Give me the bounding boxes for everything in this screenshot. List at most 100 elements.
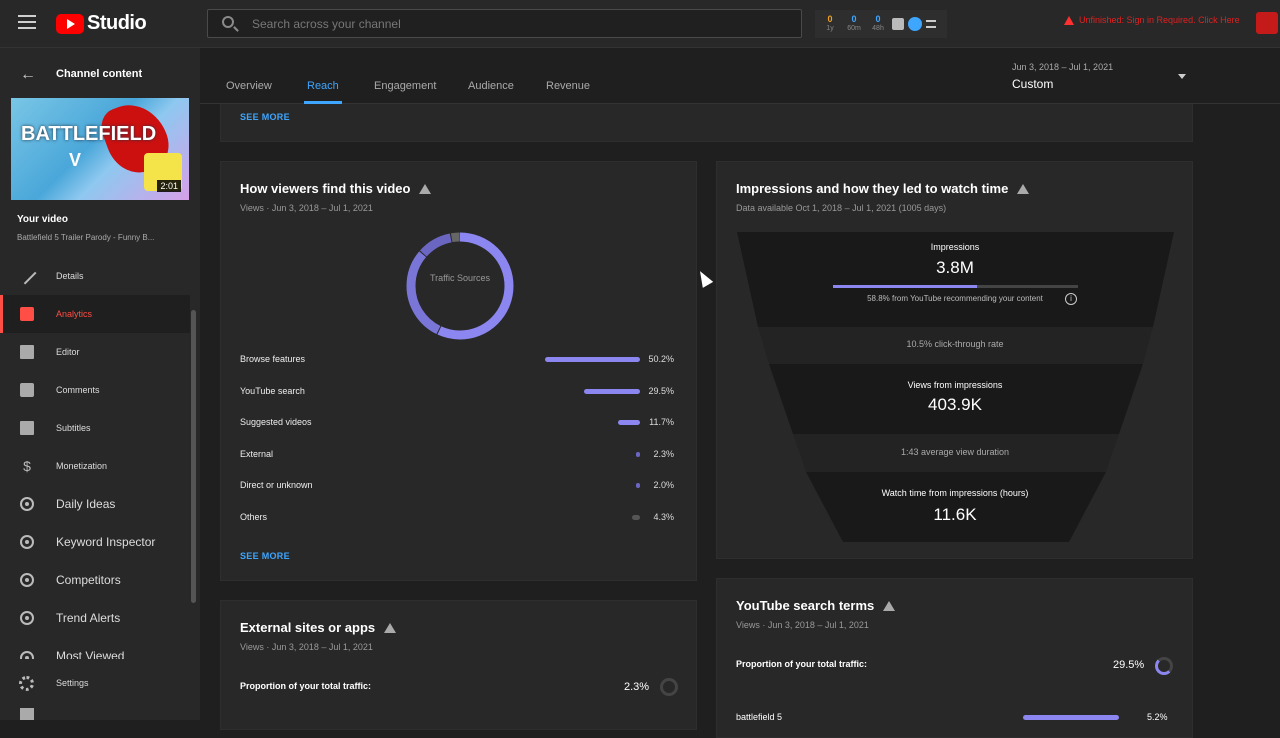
traffic-source-bar <box>584 388 640 394</box>
sidebar-item-monetization[interactable]: $ Monetization <box>0 447 190 485</box>
sidebar-item-most-viewed[interactable]: Most Viewed <box>0 637 190 659</box>
most-viewed-icon <box>20 651 34 659</box>
analytics-icon <box>20 307 34 321</box>
card-title: YouTube search terms <box>736 598 896 613</box>
youtube-logo-icon <box>56 13 84 34</box>
list-icon[interactable] <box>926 20 936 28</box>
card-title: How viewers find this video <box>240 181 432 196</box>
daily-ideas-icon <box>20 497 34 511</box>
channel-content-title: Channel content <box>56 68 143 80</box>
sidebar-item-subtitles[interactable]: Subtitles <box>0 409 190 447</box>
impressions-funnel <box>737 232 1174 542</box>
traffic-source-value: 2.0% <box>653 480 674 491</box>
top-bar: Studio 01y 060m 048h Unfinished: Sign in… <box>0 0 1280 48</box>
traffic-title: How viewers find this video <box>240 181 411 196</box>
create-button[interactable] <box>1256 12 1278 34</box>
menu-icon[interactable] <box>18 15 36 31</box>
traffic-source-row[interactable]: External 2.3% <box>240 447 680 463</box>
sidebar-item-label: Monetization <box>56 461 108 471</box>
traffic-source-bar <box>631 515 640 520</box>
watch-label: Watch time from impressions (hours) <box>881 488 1029 498</box>
trend-icon <box>20 611 34 625</box>
sidebar-item-label: Keyword Inspector <box>56 535 156 549</box>
studio-logo[interactable]: Studio <box>56 12 147 35</box>
tab-engagement[interactable]: Engagement <box>374 80 436 92</box>
image-icon[interactable] <box>892 18 904 30</box>
warning-icon[interactable] <box>419 183 432 194</box>
sidebar-item-trend-alerts[interactable]: Trend Alerts <box>0 599 190 637</box>
sidebar-item-competitors[interactable]: Competitors <box>0 561 190 599</box>
warning-icon[interactable] <box>384 622 397 633</box>
proportion-value: 29.5% <box>1113 659 1145 671</box>
ext-stat-60m[interactable]: 0 60m <box>844 15 864 33</box>
previous-card: SEE MORE <box>220 104 1193 142</box>
ext-stat-1y[interactable]: 0 1y <box>820 15 840 33</box>
see-more-link[interactable]: SEE MORE <box>240 112 290 122</box>
warning-icon[interactable] <box>883 600 896 611</box>
sidebar-scrollbar[interactable] <box>191 310 196 603</box>
views-value: 403.9K <box>928 395 982 414</box>
see-more-link[interactable]: SEE MORE <box>240 551 290 561</box>
search-terms-title: YouTube search terms <box>736 598 875 613</box>
comments-icon <box>20 383 34 397</box>
extension-logo-icon[interactable] <box>908 17 922 31</box>
thumbnail-v: V <box>69 150 82 170</box>
traffic-source-label: YouTube search <box>240 385 305 396</box>
back-arrow-icon[interactable]: ← <box>20 66 36 84</box>
proportion-label: Proportion of your total traffic: <box>736 659 867 669</box>
ctr-text: 10.5% click-through rate <box>906 339 1004 349</box>
tab-audience[interactable]: Audience <box>468 80 514 92</box>
sidebar-item-daily-ideas[interactable]: Daily Ideas <box>0 485 190 523</box>
tab-overview[interactable]: Overview <box>226 80 272 92</box>
mouse-cursor-icon <box>694 268 714 288</box>
tab-revenue[interactable]: Revenue <box>546 80 590 92</box>
traffic-sources-card: How viewers find this video Views · Jun … <box>220 161 697 581</box>
sidebar-item-label: Comments <box>56 385 100 395</box>
sidebar-item-details[interactable]: Details <box>0 257 190 295</box>
sidebar-item-analytics[interactable]: Analytics <box>0 295 190 333</box>
gear-icon <box>19 676 34 691</box>
sidebar-item-label: Daily Ideas <box>56 497 116 511</box>
sidebar-item-comments[interactable]: Comments <box>0 371 190 409</box>
info-icon[interactable]: i <box>1065 293 1077 305</box>
traffic-source-row[interactable]: YouTube search 29.5% <box>240 384 680 400</box>
impressions-bar-fill <box>833 285 978 288</box>
traffic-source-row[interactable]: Others 4.3% <box>240 510 680 526</box>
traffic-source-bar <box>635 451 640 457</box>
proportion-donut-icon <box>1155 657 1173 675</box>
ext-stat-48h[interactable]: 0 48h <box>868 15 888 33</box>
dollar-icon: $ <box>23 458 31 474</box>
editor-icon <box>20 345 34 359</box>
search-input[interactable] <box>252 14 782 34</box>
traffic-source-label: Direct or unknown <box>240 480 313 491</box>
chevron-down-icon[interactable] <box>1178 74 1186 79</box>
video-duration: 2:01 <box>157 180 181 192</box>
date-range[interactable]: Jun 3, 2018 – Jul 1, 2021 <box>1012 62 1113 72</box>
sidebar-item-label: Most Viewed <box>56 649 125 659</box>
traffic-source-value: 2.3% <box>653 448 674 459</box>
video-thumbnail[interactable]: BATTLEFIELD V 2:01 <box>11 98 189 200</box>
search-term-row[interactable]: battlefield 5 <box>736 712 782 722</box>
sidebar-item-keyword-inspector[interactable]: Keyword Inspector <box>0 523 190 561</box>
traffic-source-row[interactable]: Suggested videos 11.7% <box>240 415 680 431</box>
warning-icon <box>1064 15 1074 25</box>
tab-reach[interactable]: Reach <box>307 80 339 92</box>
sidebar-item-settings[interactable]: Settings <box>0 664 190 702</box>
traffic-source-value: 4.3% <box>653 512 674 522</box>
sign-in-alert[interactable]: Unfinished: Sign in Required. Click Here <box>1064 15 1240 25</box>
search-box[interactable] <box>207 9 802 38</box>
traffic-source-row[interactable]: Browse features 50.2% <box>240 352 680 368</box>
sidebar-item-editor[interactable]: Editor <box>0 333 190 371</box>
sidebar-item-label: Competitors <box>56 573 121 587</box>
subtitles-icon <box>20 421 34 435</box>
traffic-source-value: 11.7% <box>649 417 674 428</box>
feedback-icon[interactable] <box>20 708 34 720</box>
date-period[interactable]: Custom <box>1012 77 1053 91</box>
impressions-note: 58.8% from YouTube recommending your con… <box>867 294 1043 303</box>
sidebar-item-label: Analytics <box>56 309 93 319</box>
card-title: External sites or apps <box>240 620 397 635</box>
traffic-source-label: Browse features <box>240 354 306 364</box>
loading-spinner-icon <box>660 678 678 696</box>
traffic-source-row[interactable]: Direct or unknown 2.0% <box>240 478 680 494</box>
traffic-donut[interactable] <box>404 230 516 342</box>
